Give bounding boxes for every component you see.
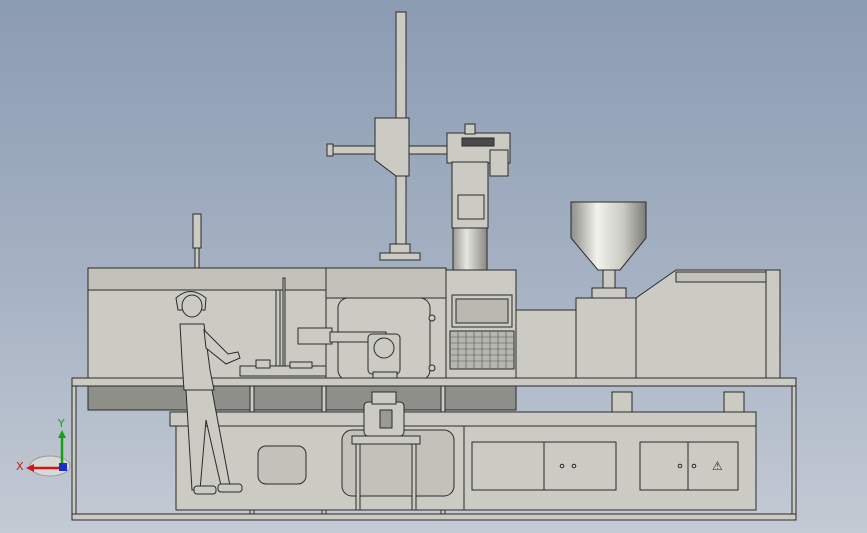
triad-y-arrowhead [58,430,66,438]
mold-area-top [325,267,447,299]
gantry-arm-end-cap [326,143,334,157]
frame-leg-left [71,385,77,519]
stool-leg-right [411,443,417,511]
triad-y-label: Y [57,417,65,430]
mold-door-latch-bottom [428,364,436,372]
operator-foot-left [193,485,217,495]
gantry-gripper-plate [379,252,421,261]
frame-bottom-rail [71,513,797,521]
machine-base[interactable]: ⚠ [169,411,757,511]
control-screen-display [455,298,509,324]
injection-unit-housing[interactable] [635,269,781,381]
cabinet-handle-right-b[interactable] [691,463,697,469]
stool-unit-top [371,391,397,405]
hopper-throat [602,269,616,289]
workstation-part-b [289,361,313,369]
robot-elbow-joint [373,337,395,359]
workstation-part-a [255,359,271,369]
material-hopper[interactable] [570,201,647,299]
stool-seat [351,435,421,445]
hopper-funnel [570,201,647,271]
drive-label-plate [461,137,495,147]
robot-gripper [297,327,333,345]
coordinate-triad: X Y [16,417,71,477]
signal-tower-lamp [192,213,202,249]
drive-motor-window [457,194,485,220]
drive-side-box [489,149,509,177]
injection-unit-front [575,297,637,381]
frame-leg-right [791,385,797,519]
gantry-manipulator[interactable] [326,11,449,261]
machine-assembly-model[interactable]: ⚠ X Y [0,0,867,533]
cabinet-handle-left-a[interactable] [559,463,565,469]
injection-unit-top-rim [675,271,767,283]
frame-foot-a [611,391,633,413]
triad-x-label: X [16,460,24,473]
workstation-tray [239,365,327,377]
hopper-flange [591,287,627,299]
signal-tower-pole [194,247,200,269]
cad-3d-viewport[interactable]: ⚠ X Y [0,0,867,533]
cabinet-handle-right-a[interactable] [677,463,683,469]
base-top-plate [169,411,757,427]
cabinet-door-right[interactable] [639,441,739,491]
fixture-rod [282,277,286,369]
machine-underside [87,385,517,411]
stool-unit-window [379,409,393,429]
drive-top-cap [464,123,476,135]
frame-foot-b [723,391,745,413]
triad-z-axis [59,463,67,471]
clamp-unit-top-band [87,267,329,291]
gantry-carriage[interactable] [374,117,410,177]
operator-head [181,294,203,318]
stool-leg-left [355,443,361,511]
drive-column[interactable] [446,123,511,271]
cabinet-handle-left-b[interactable] [571,463,577,469]
frame-top-rail [71,377,797,387]
warning-label-icon: ⚠ [712,459,723,473]
base-access-window [257,445,307,485]
injection-barrel-cover [515,309,579,381]
drive-coupling [452,227,488,271]
fixture-post [275,289,281,369]
mold-door-latch-top [428,314,436,322]
operator-foot-right [217,483,243,493]
signal-tower[interactable] [192,213,202,269]
injection-unit-end-cap [765,269,781,381]
